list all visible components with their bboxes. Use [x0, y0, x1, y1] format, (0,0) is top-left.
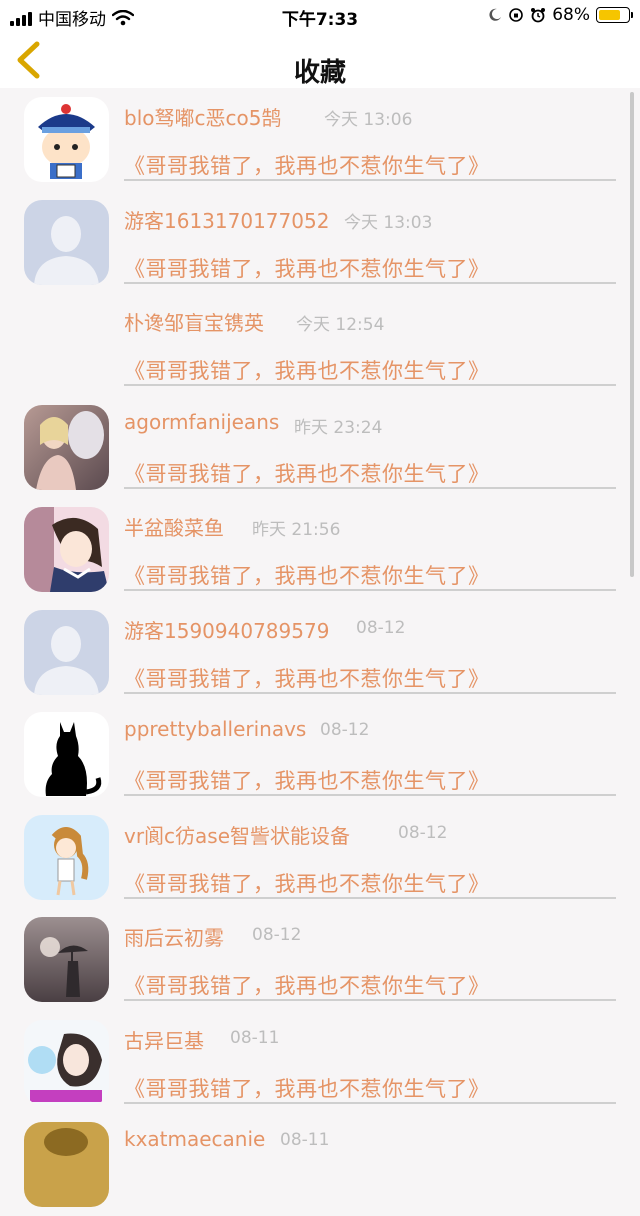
timestamp: 今天 13:06: [324, 110, 413, 130]
username[interactable]: 朴谗邹盲宝镌英: [124, 307, 264, 336]
divider: [124, 486, 616, 489]
default-user-avatar[interactable]: [24, 199, 109, 285]
gold-avatar[interactable]: [24, 1122, 109, 1207]
umbrella-photo-avatar[interactable]: [24, 917, 109, 1002]
favorite-title-link[interactable]: 《哥哥我错了，我再也不惹你生气了》: [124, 560, 490, 590]
username[interactable]: kxatmaecanie: [124, 1127, 265, 1151]
photo-girl-horse-avatar[interactable]: [24, 404, 109, 490]
username[interactable]: pprettyballerinavs: [124, 717, 306, 741]
timestamp: 08-12: [320, 720, 370, 740]
divider: [124, 691, 616, 694]
default-user-avatar[interactable]: [24, 609, 109, 695]
list-item[interactable]: 古异巨基 08-11 《哥哥我错了，我再也不惹你生气了》: [0, 1011, 640, 1114]
favorite-title-link[interactable]: 《哥哥我错了，我再也不惹你生气了》: [124, 458, 490, 488]
username[interactable]: 游客1613170177052: [124, 205, 329, 234]
timestamp: 08-11: [280, 1130, 330, 1150]
favorite-title-link[interactable]: 《哥哥我错了，我再也不惹你生气了》: [124, 765, 490, 795]
timestamp: 昨天 21:56: [252, 520, 341, 540]
timestamp: 08-12: [356, 617, 406, 638]
username[interactable]: agormfanijeans: [124, 410, 279, 434]
favorite-title-link[interactable]: 《哥哥我错了，我再也不惹你生气了》: [124, 663, 490, 693]
cartoon-girl-avatar[interactable]: [24, 814, 109, 900]
rotation-lock-icon: [509, 8, 524, 22]
list-item[interactable]: 半盆酸菜鱼 昨天 21:56 《哥哥我错了，我再也不惹你生气了》: [0, 498, 640, 601]
username[interactable]: 雨后云初雾: [124, 922, 224, 951]
divider: [124, 589, 616, 591]
divider: [124, 794, 616, 796]
divider: [124, 384, 616, 386]
divider: [124, 1101, 616, 1104]
list-item[interactable]: blo驽嘟c恶co5鹄 今天 13:06 《哥哥我错了，我再也不惹你生气了》: [0, 88, 640, 191]
favorite-title-link[interactable]: 《哥哥我错了，我再也不惹你生气了》: [124, 1073, 490, 1103]
status-right: 68%: [488, 5, 633, 25]
username[interactable]: blo驽嘟c恶co5鹄: [124, 102, 281, 131]
black-cat-avatar[interactable]: [24, 712, 109, 797]
scrollbar[interactable]: [630, 92, 634, 577]
favorite-title-link[interactable]: 《哥哥我错了，我再也不惹你生气了》: [124, 253, 490, 283]
divider: [124, 896, 616, 899]
divider: [124, 179, 616, 181]
battery-percent: 68%: [552, 5, 590, 25]
alarm-icon: [531, 8, 546, 23]
cartoon-boy-avatar[interactable]: [24, 97, 109, 182]
timestamp: 08-12: [252, 925, 302, 945]
divider: [124, 281, 616, 284]
moon-icon: [489, 8, 502, 21]
list-item[interactable]: 游客1590940789579 08-12 《哥哥我错了，我再也不惹你生气了》: [0, 601, 640, 704]
timestamp: 昨天 23:24: [294, 417, 383, 438]
divider: [124, 999, 616, 1001]
list-item[interactable]: kxatmaecanie 08-11: [0, 1113, 640, 1216]
favorite-title-link[interactable]: 《哥哥我错了，我再也不惹你生气了》: [124, 150, 490, 180]
anime-girl-avatar[interactable]: [24, 507, 109, 592]
list-item[interactable]: pprettyballerinavs 08-12 《哥哥我错了，我再也不惹你生气…: [0, 703, 640, 806]
timestamp: 今天 13:03: [344, 212, 433, 233]
list-item[interactable]: agormfanijeans 昨天 23:24 《哥哥我错了，我再也不惹你生气了…: [0, 396, 640, 499]
page-title: 收藏: [293, 58, 346, 88]
list-item[interactable]: vr阆c彷ase智訾状能设备 08-12 《哥哥我错了，我再也不惹你生气了》: [0, 806, 640, 909]
username[interactable]: vr阆c彷ase智訾状能设备: [124, 820, 350, 849]
list-item[interactable]: 雨后云初雾 08-12 《哥哥我错了，我再也不惹你生气了》: [0, 908, 640, 1011]
username[interactable]: 半盆酸菜鱼: [124, 512, 224, 541]
bubble-girl-avatar[interactable]: [24, 1019, 109, 1105]
timestamp: 08-11: [230, 1027, 280, 1048]
favorites-list: blo驽嘟c恶co5鹄 今天 13:06 《哥哥我错了，我再也不惹你生气了》 游…: [0, 88, 640, 1216]
username[interactable]: 游客1590940789579: [124, 615, 329, 644]
battery-icon: [596, 7, 633, 23]
timestamp: 今天 12:54: [296, 315, 385, 335]
favorite-title-link[interactable]: 《哥哥我错了，我再也不惹你生气了》: [124, 868, 490, 898]
nav-bar: 收藏: [0, 32, 640, 88]
timestamp: 08-12: [398, 822, 448, 843]
status-bar: 中国移动 下午7:33 68%: [0, 0, 640, 32]
favorite-title-link[interactable]: 《哥哥我错了，我再也不惹你生气了》: [124, 355, 490, 385]
favorite-title-link[interactable]: 《哥哥我错了，我再也不惹你生气了》: [124, 970, 490, 1000]
username[interactable]: 古异巨基: [124, 1025, 204, 1054]
list-item[interactable]: 游客1613170177052 今天 13:03 《哥哥我错了，我再也不惹你生气…: [0, 191, 640, 294]
list-item[interactable]: 朴谗邹盲宝镌英 今天 12:54 《哥哥我错了，我再也不惹你生气了》: [0, 293, 640, 396]
